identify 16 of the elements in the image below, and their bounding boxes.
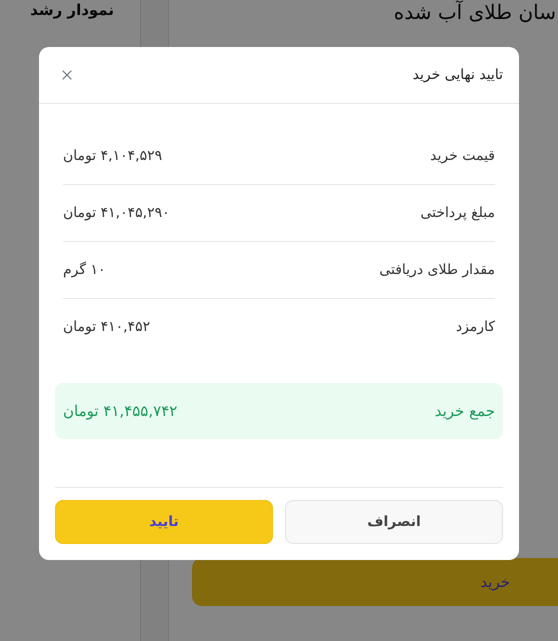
- row-value: ۴۱,۰۴۵,۲۹۰ تومان: [63, 205, 170, 221]
- panel-title: نمودار رشد: [30, 0, 114, 20]
- total-label: جمع خرید: [434, 402, 495, 420]
- row-label: مقدار طلای دریافتی: [379, 262, 495, 278]
- row-label: مبلغ پرداختی: [420, 205, 495, 221]
- confirm-button[interactable]: تایید: [55, 500, 273, 544]
- row-label: قیمت خرید: [430, 148, 495, 164]
- row-value: ۴,۱۰۴,۵۲۹ تومان: [63, 148, 162, 164]
- buy-button[interactable]: خرید: [192, 558, 558, 606]
- cancel-button[interactable]: انصراف: [285, 500, 503, 544]
- total-value: ۴۱,۴۵۵,۷۴۲ تومان: [63, 402, 178, 420]
- row-value: ۱۰ گرم: [63, 262, 106, 278]
- dialog-title: تایید نهایی خرید: [412, 67, 503, 83]
- page-title: سان طلای آب شده: [394, 0, 556, 24]
- row-value: ۴۱۰,۴۵۲ تومان: [63, 319, 150, 335]
- row-label: کارمزد: [456, 319, 495, 335]
